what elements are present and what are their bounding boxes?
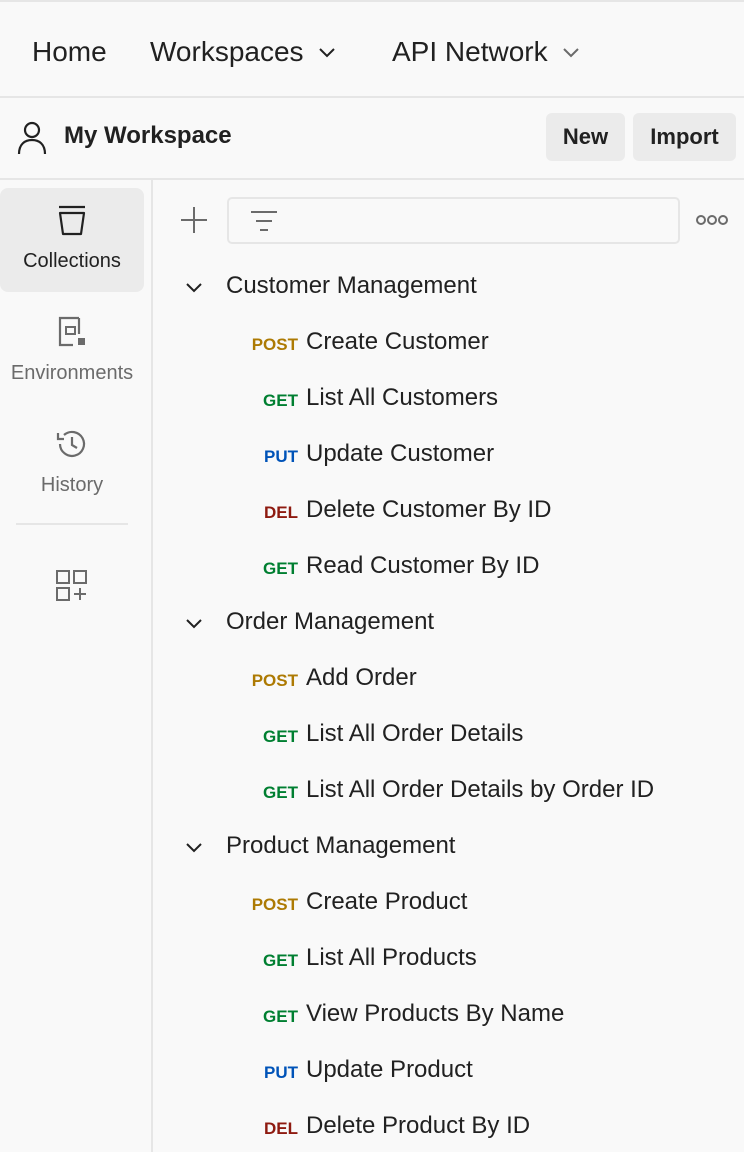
request-name: Delete Customer By ID — [306, 496, 552, 523]
method-badge: POST — [251, 671, 298, 690]
collection-name: Order Management — [226, 608, 435, 635]
collection-name: Product Management — [226, 832, 456, 859]
method-badge: POST — [251, 895, 298, 914]
filter-icon — [251, 211, 277, 231]
add-collection-icon[interactable] — [178, 204, 210, 236]
request-item[interactable]: GET List All Order Details by Order ID — [160, 766, 744, 816]
chevron-down-icon[interactable] — [184, 838, 204, 858]
request-name: Create Product — [306, 888, 468, 915]
method-badge: POST — [251, 335, 298, 354]
request-name: Create Customer — [306, 328, 489, 355]
top-navigation-bar: Home Workspaces API Network — [0, 0, 744, 98]
import-button[interactable]: Import — [633, 113, 736, 161]
request-item[interactable]: POST Create Customer — [160, 318, 744, 368]
chevron-down-icon — [562, 48, 579, 58]
method-badge: GET — [263, 391, 298, 410]
sidebar-divider — [16, 523, 128, 525]
history-icon — [56, 430, 86, 457]
request-name: List All Customers — [306, 384, 499, 411]
request-name: Add Order — [306, 664, 417, 691]
nav-api-network-label: API Network — [392, 36, 548, 67]
request-item[interactable]: PUT Update Customer — [160, 430, 744, 480]
method-badge: DEL — [264, 503, 298, 522]
more-options-icon[interactable] — [696, 211, 728, 229]
collection-name: Customer Management — [226, 272, 477, 299]
nav-home[interactable]: Home — [32, 34, 107, 70]
request-name: List All Products — [306, 944, 477, 971]
method-badge: GET — [263, 559, 298, 578]
method-badge: GET — [263, 727, 298, 746]
sidebar-item-label: History — [40, 474, 104, 496]
sidebar-item-label: Collections — [23, 250, 121, 272]
request-item[interactable]: DEL Delete Product By ID — [160, 1102, 744, 1152]
request-item[interactable]: PUT Update Product — [160, 1046, 744, 1096]
nav-home-label: Home — [32, 36, 107, 67]
request-item[interactable]: DEL Delete Customer By ID — [160, 486, 744, 536]
nav-workspaces-label: Workspaces — [150, 36, 304, 67]
request-item[interactable]: POST Add Order — [160, 654, 744, 704]
request-name: List All Order Details by Order ID — [306, 776, 655, 803]
request-item[interactable]: GET List All Order Details — [160, 710, 744, 760]
sidebar-item-label: Environments — [10, 362, 134, 384]
request-item[interactable]: GET List All Products — [160, 934, 744, 984]
sidebar-item-collections[interactable]: Collections — [0, 188, 144, 292]
request-name: Update Product — [306, 1056, 473, 1083]
workspace-header: My Workspace New Import — [0, 98, 744, 180]
collection-order-management[interactable]: Order Management — [160, 598, 744, 648]
user-icon — [17, 121, 47, 155]
request-name: View Products By Name — [306, 1000, 565, 1027]
collection-product-management[interactable]: Product Management — [160, 822, 744, 872]
new-button[interactable]: New — [546, 113, 625, 161]
collections-icon — [58, 205, 86, 236]
filter-input[interactable] — [289, 205, 669, 237]
method-badge: GET — [263, 1007, 298, 1026]
request-name: List All Order Details — [306, 720, 524, 747]
environments-icon — [58, 316, 85, 347]
method-badge: PUT — [264, 447, 298, 466]
add-apps-icon[interactable] — [55, 569, 89, 603]
request-item[interactable]: POST Create Product — [160, 878, 744, 928]
nav-api-network-dropdown[interactable]: API Network — [392, 34, 580, 70]
method-badge: GET — [263, 951, 298, 970]
filter-search-box[interactable] — [227, 197, 680, 244]
chevron-down-icon — [318, 48, 335, 58]
method-badge: PUT — [264, 1063, 298, 1082]
nav-workspaces-dropdown[interactable]: Workspaces — [150, 34, 336, 70]
request-name: Delete Product By ID — [306, 1112, 531, 1139]
method-badge: DEL — [264, 1119, 298, 1138]
request-item[interactable]: GET Read Customer By ID — [160, 542, 744, 592]
method-badge: GET — [263, 783, 298, 802]
request-item[interactable]: GET View Products By Name — [160, 990, 744, 1040]
sidebar-item-environments[interactable]: Environments — [0, 300, 144, 404]
request-item[interactable]: GET List All Customers — [160, 374, 744, 424]
request-name: Read Customer By ID — [306, 552, 540, 579]
chevron-down-icon[interactable] — [184, 614, 204, 634]
workspace-title[interactable]: My Workspace — [64, 122, 232, 150]
sidebar-item-history[interactable]: History — [0, 412, 144, 516]
request-name: Update Customer — [306, 440, 495, 467]
collection-customer-management[interactable]: Customer Management — [160, 262, 744, 312]
sidebar: Collections Environments History — [0, 180, 153, 1152]
chevron-down-icon[interactable] — [184, 278, 204, 298]
